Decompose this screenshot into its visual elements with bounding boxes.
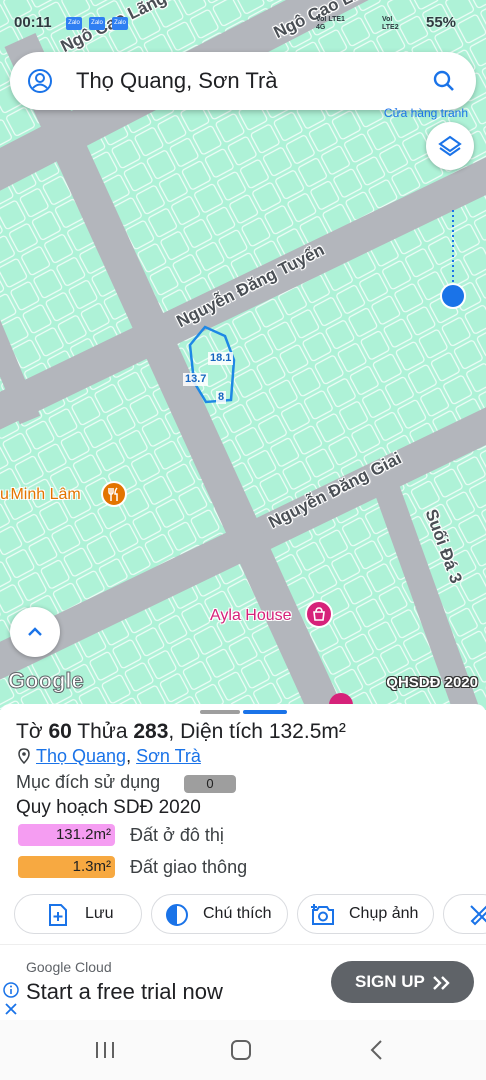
shopping-icon[interactable] bbox=[305, 600, 333, 628]
legend-label: Đất giao thông bbox=[130, 857, 248, 877]
save-button-label: Lưu bbox=[85, 905, 114, 922]
search-bar[interactable]: Thọ Quang, Sơn Trà Cửa hàng tranh bbox=[10, 52, 476, 120]
legend-label: Đất ở đô thị bbox=[130, 825, 224, 845]
area-value: 132.5m² bbox=[268, 720, 346, 743]
search-query[interactable]: Thọ Quang, Sơn Trà bbox=[76, 68, 278, 94]
back-icon[interactable] bbox=[368, 1039, 386, 1061]
home-icon[interactable] bbox=[229, 1039, 253, 1061]
save-button[interactable]: Lưu bbox=[14, 894, 142, 934]
zalo-notification-icon-2: Zalo bbox=[89, 17, 105, 30]
capture-button-label: Chụp ảnh bbox=[349, 905, 419, 922]
map-view[interactable]: Ngô Cao Lãng Ngô Cao Lãng Nguyễn Đăng Tu… bbox=[0, 0, 486, 710]
account-icon[interactable] bbox=[27, 68, 53, 94]
zalo-notification-icon-1: Zalo bbox=[66, 17, 82, 30]
title-comma: , bbox=[168, 720, 175, 743]
plan-title: Quy hoạch SDĐ 2020 bbox=[16, 797, 201, 818]
legend-area-chip: 1.3m² bbox=[18, 856, 115, 878]
parcel-dim-bottom: 8 bbox=[216, 391, 227, 404]
parcel-location: Thọ Quang, Sơn Trà bbox=[18, 746, 201, 767]
area-label: Diện tích bbox=[180, 720, 263, 743]
parcel-info-sheet[interactable]: Tờ 60 Thửa 283, Diện tích 132.5m² Thọ Qu… bbox=[0, 704, 486, 944]
location-pin-icon bbox=[18, 748, 30, 765]
ad-banner[interactable]: Google Cloud Start a free trial now SIGN… bbox=[0, 944, 486, 1021]
poi-minh-lam-prefix: u bbox=[0, 486, 9, 503]
plot-number: 283 bbox=[133, 720, 169, 743]
layers-icon bbox=[438, 135, 462, 157]
parcel-title: Tờ 60 Thửa 283, Diện tích 132.5m² bbox=[16, 720, 346, 744]
layers-button[interactable] bbox=[426, 122, 474, 170]
purpose-label: Mục đích sử dụng bbox=[16, 772, 161, 792]
sheet-label: Tờ bbox=[16, 720, 43, 743]
chevron-up-icon bbox=[28, 627, 42, 636]
add-photo-icon bbox=[311, 904, 334, 925]
sheet-number: 60 bbox=[48, 720, 72, 743]
legend-button[interactable]: Chú thích bbox=[151, 894, 288, 934]
recent-apps-icon[interactable] bbox=[92, 1040, 118, 1060]
layer-name-label: QHSDĐ 2020 bbox=[386, 674, 478, 691]
sheet-handle-right[interactable] bbox=[243, 710, 287, 714]
parcel-dim-left: 13.7 bbox=[183, 373, 209, 386]
poi-ayla-house-label[interactable]: Ayla House bbox=[210, 607, 292, 625]
purpose-badge: 0 bbox=[184, 775, 236, 793]
double-chevron-right-icon bbox=[433, 976, 450, 990]
system-nav-bar bbox=[0, 1020, 486, 1080]
status-bar: 00:11 Zalo Zalo Zalo VoI LTE1 4G VoI LTE… bbox=[0, 0, 486, 40]
ad-close-icon[interactable] bbox=[4, 1002, 18, 1016]
restaurant-icon[interactable] bbox=[101, 481, 127, 507]
sheet-handle-left[interactable] bbox=[200, 710, 240, 714]
add-file-icon bbox=[49, 904, 67, 926]
battery-level: 55% bbox=[426, 14, 457, 31]
sign-up-label: SIGN UP bbox=[355, 972, 425, 991]
plot-label: Thửa bbox=[77, 720, 128, 743]
legend-button-label: Chú thích bbox=[203, 905, 272, 922]
district-link[interactable]: Sơn Trà bbox=[136, 746, 201, 766]
ad-info-icon[interactable] bbox=[3, 982, 19, 998]
more-action-button[interactable] bbox=[443, 894, 486, 934]
poi-minh-lam-label[interactable]: u Minh Lâm bbox=[0, 486, 81, 504]
expand-button[interactable] bbox=[10, 607, 60, 657]
google-logo: Google bbox=[8, 668, 85, 694]
sign-up-button[interactable]: SIGN UP bbox=[331, 961, 474, 1003]
location-comma: , bbox=[126, 746, 137, 766]
network-2-indicator: VoI LTE2 bbox=[382, 16, 399, 31]
legend-area-chip: 131.2m² bbox=[18, 824, 115, 846]
my-location-dot[interactable] bbox=[440, 283, 466, 309]
partial-poi-label: Cửa hàng tranh bbox=[383, 106, 468, 120]
capture-button[interactable]: Chụp ảnh bbox=[297, 894, 434, 934]
ad-brand: Google Cloud bbox=[26, 959, 112, 975]
contrast-icon bbox=[166, 904, 188, 926]
poi-minh-lam-name: Minh Lâm bbox=[10, 486, 81, 503]
ad-title[interactable]: Start a free trial now bbox=[26, 979, 223, 1005]
network-1-indicator: VoI LTE1 4G bbox=[316, 16, 345, 31]
ward-link[interactable]: Thọ Quang bbox=[36, 746, 126, 766]
ruler-off-icon bbox=[470, 905, 486, 926]
status-time: 00:11 bbox=[14, 14, 52, 31]
search-icon[interactable] bbox=[432, 69, 456, 93]
zalo-notification-icon-3: Zalo bbox=[112, 17, 128, 30]
parcel-dim-top: 18.1 bbox=[208, 352, 234, 365]
